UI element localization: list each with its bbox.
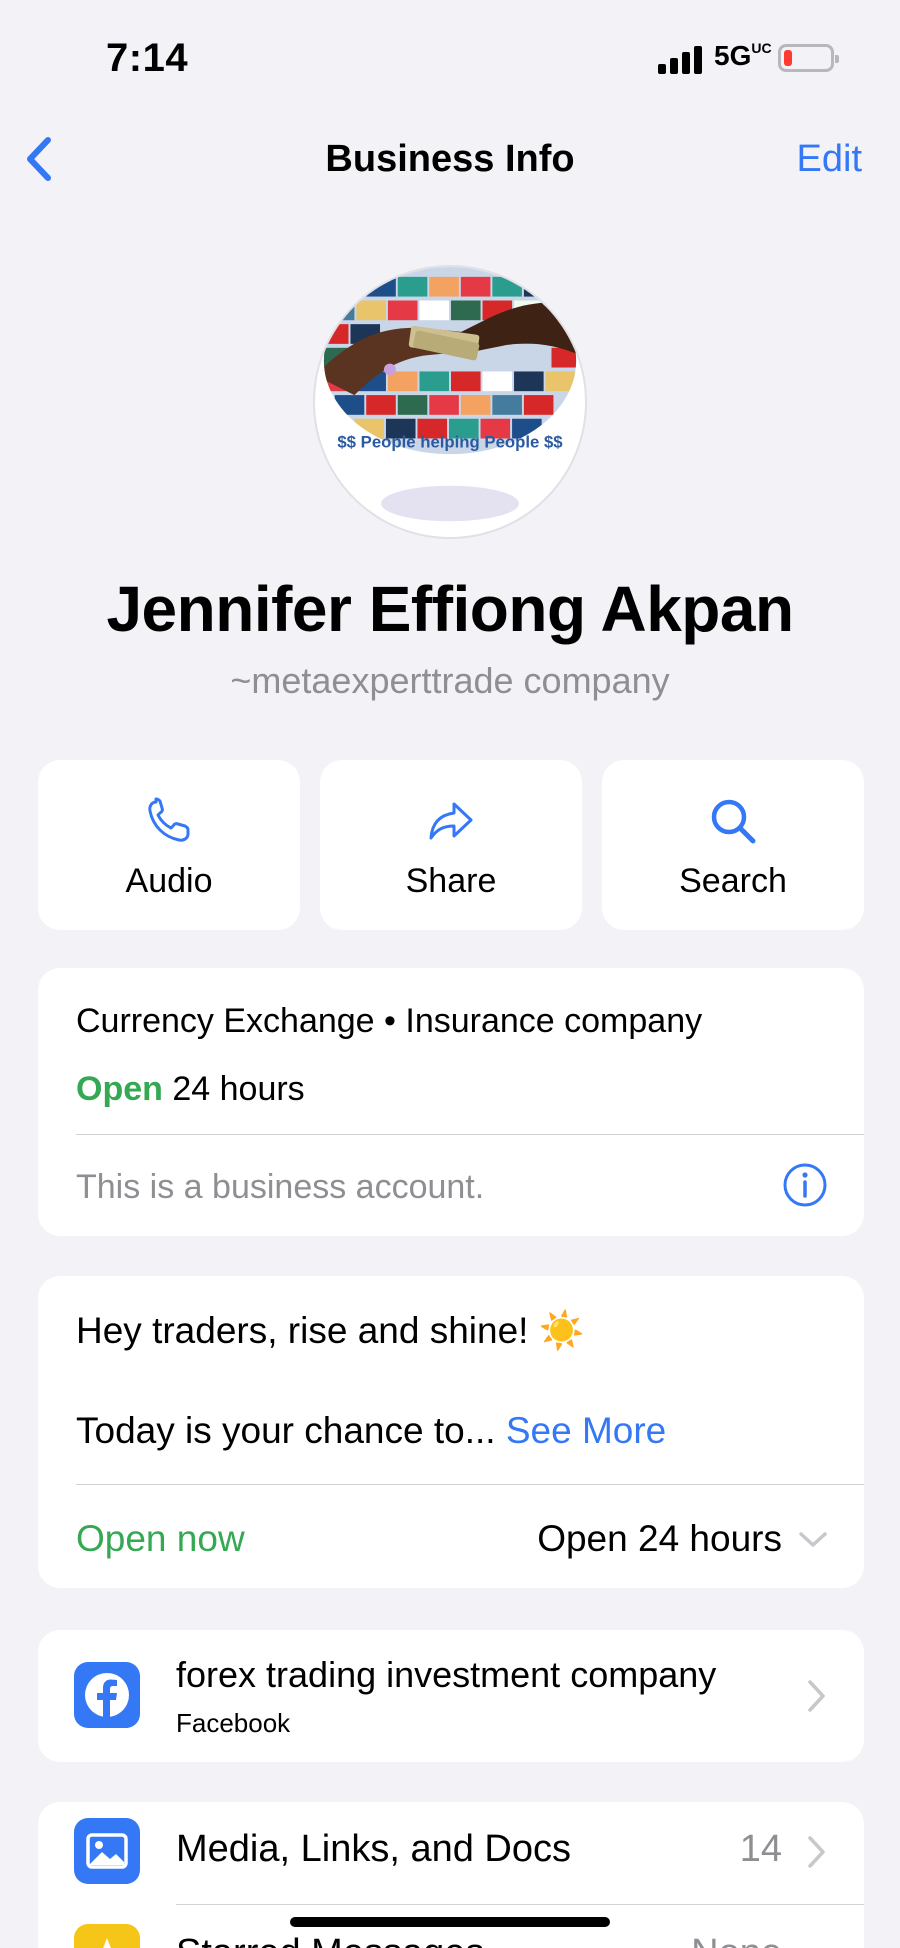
starred-value: None	[691, 1932, 782, 1948]
home-indicator[interactable]	[290, 1917, 610, 1927]
media-count: 14	[739, 1828, 782, 1870]
hours-text: 24 hours	[172, 1070, 305, 1108]
facebook-icon	[74, 1662, 140, 1728]
hours-dropdown[interactable]: Open 24 hours	[537, 1518, 782, 1560]
battery-icon	[778, 44, 839, 72]
business-account-note: This is a business account.	[76, 1168, 485, 1206]
chevron-right-icon	[808, 1680, 825, 1712]
open-status: Open	[76, 1070, 163, 1108]
avatar[interactable]: $$ People helping People $$	[313, 265, 587, 539]
profile-subtitle: ~metaexperttrade company	[230, 660, 670, 701]
edit-button[interactable]: Edit	[797, 138, 862, 181]
facebook-link-card[interactable]: forex trading investment company Faceboo…	[38, 1630, 864, 1762]
network-label: 5GUC	[714, 40, 772, 71]
open-now-status: Open now	[76, 1518, 245, 1559]
facebook-title: forex trading investment company	[176, 1654, 717, 1695]
divider	[176, 1904, 864, 1905]
search-button[interactable]: Search	[602, 760, 864, 930]
divider	[76, 1134, 864, 1135]
business-hours: Open 24 hours	[76, 1070, 305, 1109]
search-icon	[711, 799, 756, 844]
star-icon	[74, 1924, 140, 1948]
audio-button[interactable]: Audio	[38, 760, 300, 930]
chevron-down-icon[interactable]	[798, 1530, 828, 1550]
starred-label: Starred Messages	[176, 1932, 484, 1948]
media-label: Media, Links, and Docs	[176, 1828, 571, 1870]
share-arrow-icon	[429, 802, 473, 840]
phone-icon	[148, 797, 190, 842]
share-label: Share	[405, 862, 497, 900]
navigation-bar: Business Info Edit	[0, 120, 900, 200]
chevron-right-icon	[808, 1836, 825, 1868]
profile-name: Jennifer Effiong Akpan	[106, 573, 794, 645]
status-time: 7:14	[106, 36, 189, 80]
status-bar: 7:14 5GUC	[0, 0, 900, 110]
photo-icon	[74, 1818, 140, 1884]
avatar-image: $$ People helping People $$	[323, 267, 577, 522]
business-categories: Currency Exchange • Insurance company	[76, 1002, 703, 1040]
see-more-link[interactable]: See More	[506, 1410, 666, 1451]
about-card: Hey traders, rise and shine! ☀️ Today is…	[38, 1276, 864, 1588]
action-buttons: Audio Share Search	[38, 760, 864, 930]
business-info-card: Currency Exchange • Insurance company Op…	[38, 968, 864, 1236]
about-line-2: Today is your chance to... See More	[76, 1410, 667, 1451]
facebook-subtitle: Facebook	[176, 1708, 291, 1738]
svg-text:$$ People helping People $$: $$ People helping People $$	[337, 432, 563, 451]
audio-label: Audio	[125, 862, 213, 900]
signal-icon	[658, 44, 704, 74]
info-icon[interactable]	[782, 1162, 828, 1208]
about-line-1: Hey traders, rise and shine! ☀️	[76, 1310, 585, 1351]
page-title: Business Info	[325, 138, 575, 180]
search-label: Search	[679, 862, 787, 900]
divider	[76, 1484, 864, 1485]
share-button[interactable]: Share	[320, 760, 582, 930]
